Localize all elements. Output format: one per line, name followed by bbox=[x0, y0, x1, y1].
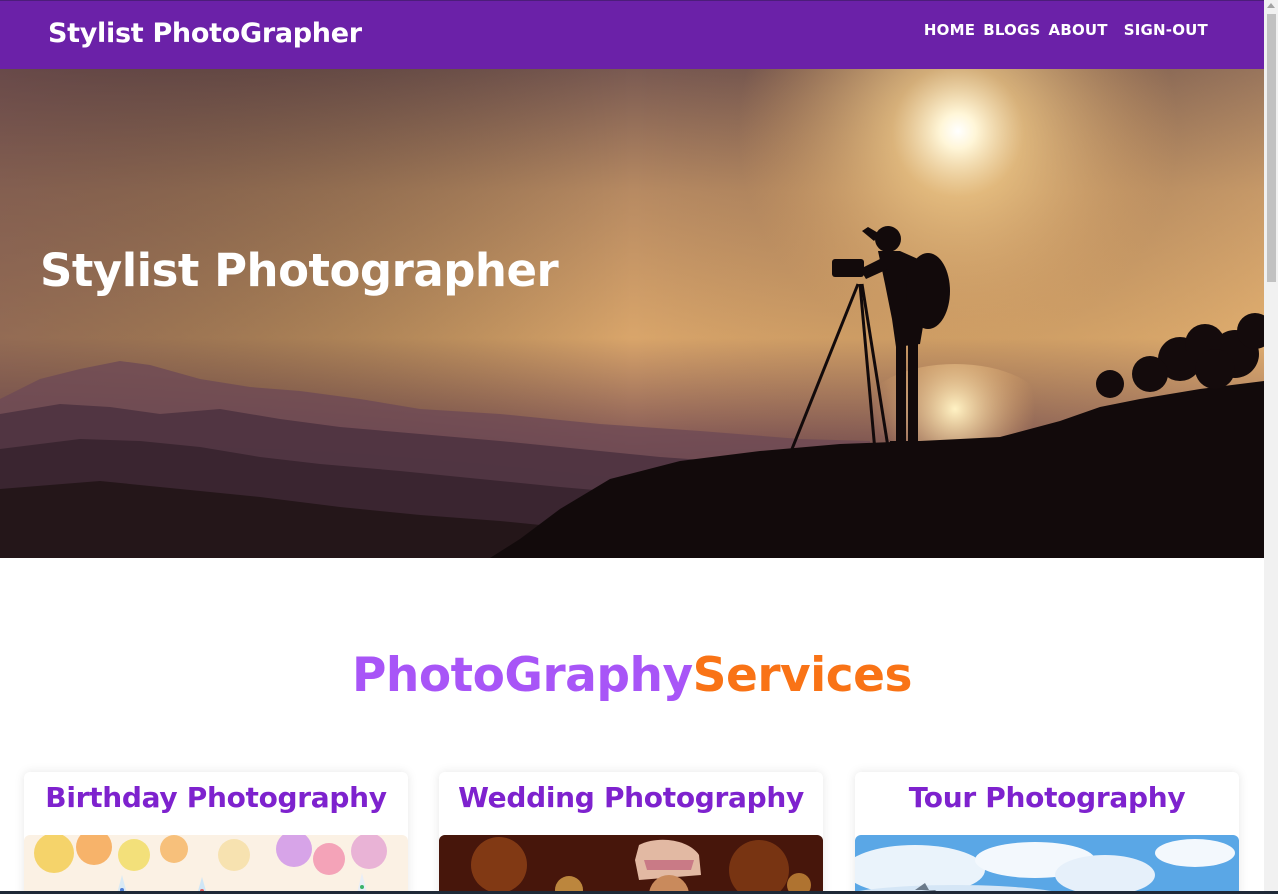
service-card-title: Birthday Photography bbox=[45, 781, 387, 814]
services-heading-part2: Services bbox=[692, 648, 913, 703]
service-card-wedding[interactable]: Wedding Photography bbox=[439, 772, 823, 894]
birthday-balloons-image bbox=[24, 835, 408, 894]
hero-title: Stylist Photographer bbox=[40, 244, 559, 297]
service-card-title: Wedding Photography bbox=[458, 781, 804, 814]
service-card-birthday[interactable]: Birthday Photography bbox=[24, 772, 408, 894]
service-card-title: Tour Photography bbox=[908, 781, 1186, 814]
services-heading-part1: PhotoGraphy bbox=[351, 648, 693, 703]
page: Stylist PhotoGrapher HOME BLOGS ABOUT SI… bbox=[0, 0, 1264, 894]
tour-sky-image bbox=[855, 835, 1239, 894]
hero-photographer-sunset-image bbox=[0, 69, 1264, 558]
service-card-tour[interactable]: Tour Photography bbox=[855, 772, 1239, 894]
nav-signout-link[interactable]: SIGN-OUT bbox=[1124, 21, 1208, 39]
hero-banner: Stylist Photographer bbox=[0, 69, 1264, 558]
vertical-scrollbar[interactable] bbox=[1264, 0, 1278, 894]
wedding-groom-image bbox=[439, 835, 823, 894]
scroll-up-arrow-icon[interactable] bbox=[1267, 3, 1275, 8]
brand-logo-link[interactable]: Stylist PhotoGrapher bbox=[48, 18, 362, 49]
nav-about-link[interactable]: ABOUT bbox=[1049, 21, 1108, 39]
nav-home-link[interactable]: HOME bbox=[924, 21, 975, 39]
nav-menu: HOME BLOGS ABOUT SIGN-OUT bbox=[924, 21, 1208, 39]
nav-blogs-link[interactable]: BLOGS bbox=[983, 21, 1040, 39]
scrollbar-thumb[interactable] bbox=[1267, 14, 1276, 282]
navbar: Stylist PhotoGrapher HOME BLOGS ABOUT SI… bbox=[0, 0, 1264, 69]
services-heading: PhotoGraphyServices bbox=[0, 648, 1264, 703]
